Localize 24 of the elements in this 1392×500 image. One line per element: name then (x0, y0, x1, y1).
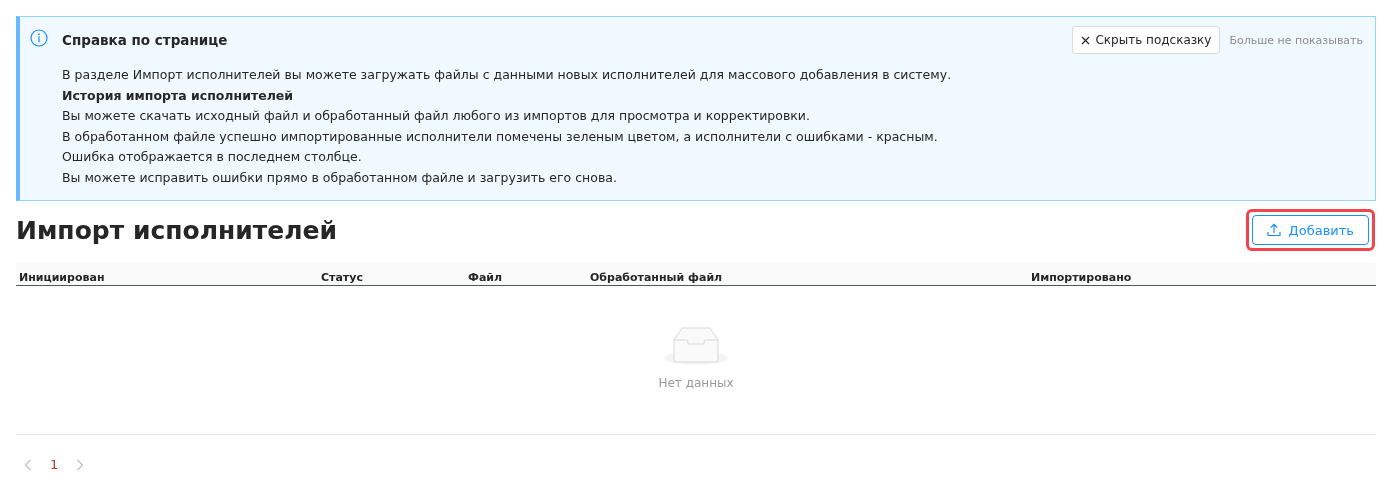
column-header: Импортировано (1030, 271, 1133, 285)
add-button[interactable]: Добавить (1251, 215, 1369, 245)
column-header: Статус (320, 271, 364, 285)
help-text: В разделе Импорт исполнителей вы можете загружать файлы с данными новых исполнителей для массового добавления в систему. (62, 66, 953, 84)
hide-hint-button[interactable]: Скрыть подсказку (1072, 26, 1221, 54)
prev-page-icon[interactable] (24, 458, 32, 471)
info-icon (30, 29, 48, 47)
next-page-icon[interactable] (76, 458, 85, 471)
help-text: Ошибка отображается в последнем столбце. (62, 148, 363, 166)
empty-inbox-icon (664, 324, 728, 366)
empty-text: Нет данных (658, 376, 734, 390)
help-text: Вы можете исправить ошибки прямо в обработанном файле и загрузить его снова. (62, 168, 618, 187)
close-icon (1081, 35, 1091, 45)
help-text: Вы можете скачать исходный файл и обработанный файл любого из импортов для просмотра и корректировки. (62, 107, 811, 125)
dont-show-link[interactable]: Больше не показывать (1229, 33, 1363, 47)
column-header: Инициирован (18, 271, 106, 285)
page-link[interactable]: 1 (50, 457, 59, 472)
alert-title: Справка по странице (62, 32, 229, 48)
help-subheading: История импорта исполнителей (62, 86, 295, 105)
page-title: Импорт исполнителей (16, 215, 337, 245)
upload-icon (1266, 223, 1281, 237)
column-header: Обработанный файл (589, 271, 724, 285)
help-text: В обработанном файле успешно импортированные исполнители помечены зеленым цветом, а исполнители с ошибками - красным. (62, 127, 939, 146)
column-header: Файл (467, 271, 504, 285)
